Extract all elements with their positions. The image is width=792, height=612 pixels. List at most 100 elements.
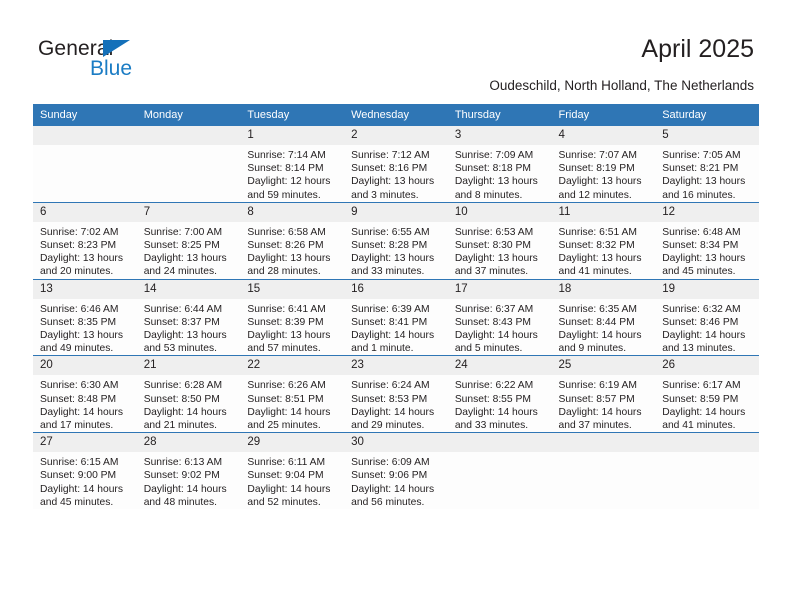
daylight-text-line1: Daylight: 13 hours (143, 253, 227, 265)
day-details: Sunrise: 6:58 AM Sunset: 8:26 PM Daylight:… (240, 222, 344, 279)
calendar-day-cell[interactable]: 27 Sunrise: 6:15 AM Sunset: 9:00 PM Dayligh… (33, 432, 137, 510)
day-number: 1 (240, 126, 345, 145)
day-number: 8 (240, 202, 345, 222)
day-details: Sunrise: 6:17 AM Sunset: 8:59 PM Daylight:… (655, 375, 759, 432)
calendar-day-cell[interactable]: 8 Sunrise: 6:58 AM Sunset: 8:26 PM Daylight… (240, 201, 345, 280)
calendar-day-cell[interactable]: 23 Sunrise: 6:24 AM Sunset: 8:53 PM Dayligh… (344, 355, 448, 433)
calendar-day-cell[interactable]: 19 Sunrise: 6:32 AM Sunset: 8:46 PM Dayligh… (655, 278, 759, 356)
day-number (33, 126, 137, 145)
calendar-day-cell[interactable]: 17 Sunrise: 6:37 AM Sunset: 8:43 PM Dayligh… (447, 278, 552, 356)
daylight-text-line2: and 17 minutes. (40, 420, 114, 432)
calendar-day-cell[interactable]: 21 Sunrise: 6:28 AM Sunset: 8:50 PM Dayligh… (136, 355, 241, 433)
weekday-header-wednesday: Wednesday (344, 104, 448, 126)
sunrise-text: Sunrise: 7:05 AM (662, 150, 741, 161)
day-details: Sunrise: 7:02 AM Sunset: 8:23 PM Daylight:… (33, 222, 137, 279)
calendar-day-cell[interactable]: 28 Sunrise: 6:13 AM Sunset: 9:02 PM Dayligh… (136, 432, 241, 510)
daylight-text-line2: and 1 minute. (351, 343, 414, 355)
day-number: 2 (344, 126, 448, 145)
day-number: 12 (655, 202, 759, 222)
calendar-page: General Blue April 2025 Oudeschild, Nort… (0, 0, 792, 612)
day-details: Sunrise: 6:35 AM Sunset: 8:44 PM Daylight:… (552, 299, 656, 356)
sunrise-text: Sunrise: 6:41 AM (247, 303, 326, 315)
calendar-day-cell[interactable]: 30 Sunrise: 6:09 AM Sunset: 9:06 PM Dayligh… (344, 432, 448, 510)
daylight-text-line1: Daylight: 14 hours (351, 330, 435, 342)
sunset-text: Sunset: 8:26 PM (247, 240, 324, 252)
daylight-text-line2: and 48 minutes. (143, 496, 217, 508)
day-number: 3 (447, 126, 552, 145)
day-number (136, 126, 241, 145)
day-details: Sunrise: 6:22 AM Sunset: 8:55 PM Daylight:… (448, 375, 552, 432)
day-number: 30 (344, 433, 448, 453)
day-details: Sunrise: 7:05 AM Sunset: 8:21 PM Daylight:… (655, 145, 759, 202)
daylight-text-line2: and 12 minutes. (558, 189, 632, 201)
calendar-day-cell[interactable]: 5 Sunrise: 7:05 AM Sunset: 8:21 PM Daylight… (655, 126, 759, 203)
calendar-cell-empty (447, 432, 552, 510)
daylight-text-line1: Daylight: 14 hours (351, 483, 435, 495)
calendar-day-cell[interactable]: 13 Sunrise: 6:46 AM Sunset: 8:35 PM Dayligh… (33, 278, 137, 356)
sunrise-text: Sunrise: 6:28 AM (143, 380, 223, 392)
daylight-text-line2: and 28 minutes. (247, 266, 321, 278)
calendar-day-cell[interactable]: 24 Sunrise: 6:22 AM Sunset: 8:55 PM Dayligh… (447, 355, 552, 433)
daylight-text-line2: and 41 minutes. (558, 266, 632, 278)
calendar-cell-empty (33, 126, 137, 203)
sunset-text: Sunset: 9:04 PM (247, 470, 324, 482)
sunset-text: Sunset: 8:19 PM (558, 163, 635, 175)
sunrise-text: Sunrise: 6:58 AM (247, 226, 326, 238)
day-details: Sunrise: 6:28 AM Sunset: 8:50 PM Daylight:… (137, 375, 241, 432)
calendar-day-cell[interactable]: 16 Sunrise: 6:39 AM Sunset: 8:41 PM Dayligh… (344, 278, 448, 356)
calendar-day-cell[interactable]: 1 Sunrise: 7:14 AM Sunset: 8:14 PM Daylight… (240, 126, 345, 203)
calendar-day-cell[interactable]: 29 Sunrise: 6:11 AM Sunset: 9:04 PM Dayligh… (240, 432, 345, 510)
daylight-text-line2: and 33 minutes. (351, 266, 425, 278)
weekday-header-thursday: Thursday (447, 104, 552, 126)
sunset-text: Sunset: 8:48 PM (40, 393, 117, 405)
day-details: Sunrise: 6:48 AM Sunset: 8:34 PM Daylight:… (655, 222, 759, 279)
sunset-text: Sunset: 8:46 PM (662, 316, 739, 328)
day-details: Sunrise: 6:37 AM Sunset: 8:43 PM Daylight:… (448, 299, 552, 356)
daylight-text-line2: and 59 minutes. (247, 189, 321, 201)
brand-logo[interactable]: General Blue (38, 38, 238, 86)
sunrise-text: Sunrise: 7:07 AM (558, 150, 637, 161)
calendar-day-cell[interactable]: 10 Sunrise: 6:53 AM Sunset: 8:30 PM Dayligh… (447, 201, 552, 280)
calendar-day-cell[interactable]: 6 Sunrise: 7:02 AM Sunset: 8:23 PM Daylight… (33, 201, 137, 280)
daylight-text-line2: and 37 minutes. (454, 266, 529, 278)
calendar-day-cell[interactable]: 12 Sunrise: 6:48 AM Sunset: 8:34 PM Dayligh… (655, 201, 759, 280)
daylight-text-line1: Daylight: 13 hours (662, 176, 746, 188)
calendar-day-cell[interactable]: 25 Sunrise: 6:19 AM Sunset: 8:57 PM Dayligh… (551, 355, 656, 433)
day-details: Sunrise: 6:09 AM Sunset: 9:06 PM Daylight:… (344, 452, 448, 509)
calendar-day-cell[interactable]: 22 Sunrise: 6:26 AM Sunset: 8:51 PM Dayligh… (240, 355, 345, 433)
day-details: Sunrise: 6:55 AM Sunset: 8:28 PM Daylight:… (344, 222, 448, 279)
day-number: 24 (447, 356, 552, 376)
sunset-text: Sunset: 8:39 PM (247, 316, 324, 328)
calendar-day-cell[interactable]: 20 Sunrise: 6:30 AM Sunset: 8:48 PM Dayligh… (33, 355, 137, 433)
calendar-day-cell[interactable]: 9 Sunrise: 6:55 AM Sunset: 8:28 PM Daylight… (344, 201, 448, 280)
daylight-text-line2: and 33 minutes. (454, 420, 529, 432)
daylight-text-line1: Daylight: 14 hours (558, 330, 642, 342)
calendar-week-row: 27 Sunrise: 6:15 AM Sunset: 9:00 PM Dayligh… (33, 432, 759, 510)
sunrise-text: Sunrise: 6:17 AM (662, 380, 741, 392)
sunrise-text: Sunrise: 6:37 AM (454, 303, 534, 315)
sunset-text: Sunset: 8:41 PM (351, 316, 428, 328)
daylight-text-line1: Daylight: 14 hours (351, 406, 435, 418)
sunrise-text: Sunrise: 6:46 AM (40, 303, 119, 315)
daylight-text-line2: and 56 minutes. (351, 496, 425, 508)
calendar-week-row: 1 Sunrise: 7:14 AM Sunset: 8:14 PM Daylight… (33, 126, 759, 203)
calendar-day-cell[interactable]: 2 Sunrise: 7:12 AM Sunset: 8:16 PM Daylight… (344, 126, 448, 203)
calendar-week-row: 13 Sunrise: 6:46 AM Sunset: 8:35 PM Dayligh… (33, 278, 759, 356)
calendar-day-cell[interactable]: 14 Sunrise: 6:44 AM Sunset: 8:37 PM Dayligh… (136, 278, 241, 356)
calendar-day-cell[interactable]: 26 Sunrise: 6:17 AM Sunset: 8:59 PM Dayligh… (655, 355, 759, 433)
calendar-day-cell[interactable]: 3 Sunrise: 7:09 AM Sunset: 8:18 PM Daylight… (447, 126, 552, 203)
day-details: Sunrise: 6:41 AM Sunset: 8:39 PM Daylight:… (240, 299, 344, 356)
calendar-day-cell[interactable]: 7 Sunrise: 7:00 AM Sunset: 8:25 PM Daylight… (136, 201, 241, 280)
day-details: Sunrise: 6:51 AM Sunset: 8:32 PM Daylight:… (552, 222, 656, 279)
daylight-text-line2: and 8 minutes. (454, 189, 523, 201)
calendar-day-cell[interactable]: 11 Sunrise: 6:51 AM Sunset: 8:32 PM Dayligh… (551, 201, 656, 280)
page-subtitle: Oudeschild, North Holland, The Netherlan… (489, 78, 754, 93)
calendar-day-cell[interactable]: 18 Sunrise: 6:35 AM Sunset: 8:44 PM Dayligh… (551, 278, 656, 356)
daylight-text-line1: Daylight: 14 hours (143, 406, 227, 418)
calendar-day-cell[interactable]: 4 Sunrise: 7:07 AM Sunset: 8:19 PM Daylight… (551, 126, 656, 203)
day-details: Sunrise: 6:46 AM Sunset: 8:35 PM Daylight:… (33, 299, 137, 356)
daylight-text-line2: and 41 minutes. (662, 420, 736, 432)
calendar-day-cell[interactable]: 15 Sunrise: 6:41 AM Sunset: 8:39 PM Dayligh… (240, 278, 345, 356)
day-number: 16 (344, 279, 448, 299)
daylight-text-line1: Daylight: 14 hours (454, 406, 538, 418)
